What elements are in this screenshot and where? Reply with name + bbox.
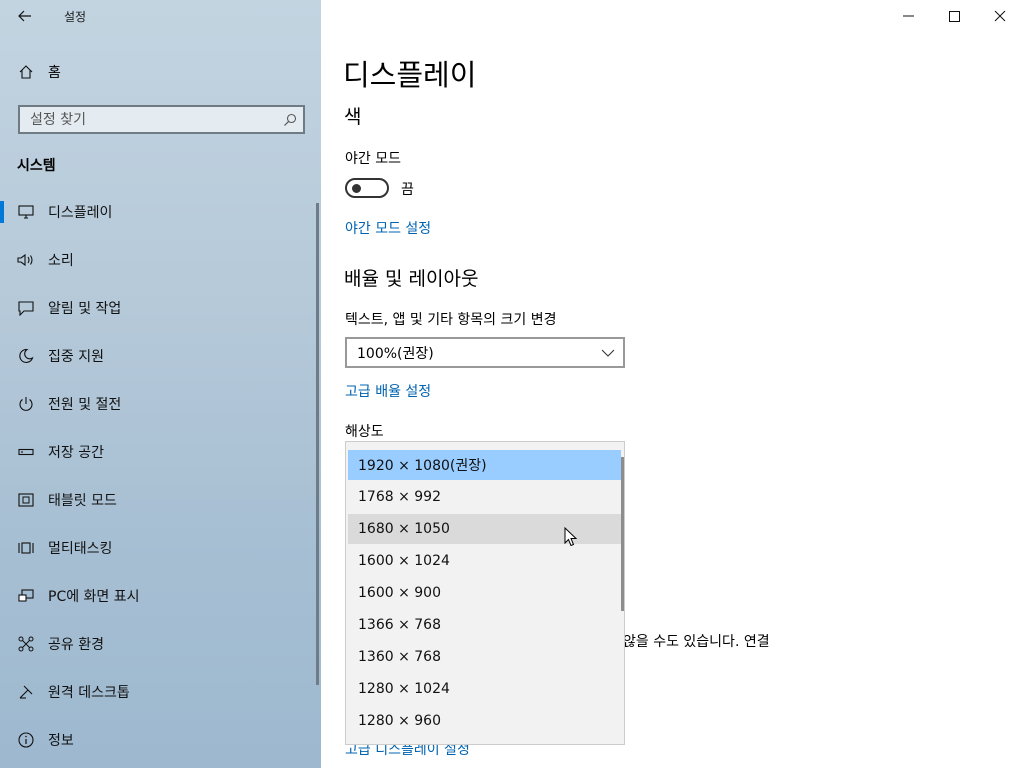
sidebar-item-project[interactable]: PC에 화면 표시 [0,572,316,620]
power-icon [17,396,35,412]
sidebar-item-label: 디스플레이 [48,205,113,221]
close-button[interactable] [977,0,1023,32]
remote-desktop-icon [17,684,35,700]
partial-description-text: 않을 수도 있습니다. 연결 [623,634,770,650]
home-icon [18,64,36,80]
resolution-option[interactable]: 1920 × 1080(권장) [348,450,621,480]
back-button[interactable] [10,4,40,28]
scale-dropdown[interactable]: 100%(권장) [345,337,625,368]
advanced-scaling-link[interactable]: 고급 배율 설정 [345,381,431,401]
sidebar-item-label: 저장 공간 [48,445,104,461]
sidebar-item-label: 집중 지원 [48,349,104,365]
scale-dropdown-value: 100%(권장) [357,345,434,362]
sidebar-item-notifications[interactable]: 알림 및 작업 [0,284,316,332]
titlebar-left: 설정 [0,0,321,32]
maximize-icon [948,10,960,22]
sidebar-item-label: 알림 및 작업 [48,301,122,317]
sidebar-item-multitasking[interactable]: 멀티태스킹 [0,524,316,572]
speaker-icon [17,253,35,267]
sidebar-item-label: 멀티태스킹 [48,541,113,557]
sidebar-item-label: 정보 [48,733,74,749]
sidebar-item-about[interactable]: 정보 [0,716,316,764]
sidebar-item-focus-assist[interactable]: 집중 지원 [0,332,316,380]
sidebar-scrollbar[interactable] [316,203,319,685]
scale-label: 텍스트, 앱 및 기타 항목의 크기 변경 [345,312,557,328]
project-icon [17,588,35,604]
minimize-button[interactable] [885,0,931,32]
resolution-option[interactable]: 1680 × 1050 [348,514,621,544]
toggle-knob [352,184,361,193]
info-icon [17,732,35,748]
resolution-option[interactable]: 1360 × 768 [348,642,621,672]
search-icon[interactable] [277,113,303,127]
sidebar-item-shared-experiences[interactable]: 공유 환경 [0,620,316,668]
resolution-option[interactable]: 1366 × 768 [348,610,621,640]
sidebar-item-power[interactable]: 전원 및 절전 [0,380,316,428]
sidebar-item-label: PC에 화면 표시 [48,589,140,605]
color-heading: 색 [344,106,362,128]
mouse-cursor-icon [564,527,578,547]
resolution-option[interactable]: 1600 × 1024 [348,546,621,576]
sidebar-item-label: 원격 데스크톱 [48,685,130,701]
sidebar-item-storage[interactable]: 저장 공간 [0,428,316,476]
page-title: 디스플레이 [343,58,477,92]
sidebar-item-label: 소리 [48,253,74,269]
sidebar-item-remote-desktop[interactable]: 원격 데스크톱 [0,668,316,716]
resolution-option[interactable]: 1600 × 900 [348,578,621,608]
resolution-option[interactable]: 1280 × 1024 [348,674,621,704]
sidebar-nav: 디스플레이 소리 알림 및 작업 집중 지원 전원 및 절전 저장 공간 태블릿… [0,188,316,764]
monitor-icon [17,205,35,219]
maximize-button[interactable] [931,0,977,32]
sidebar-item-tablet-mode[interactable]: 태블릿 모드 [0,476,316,524]
sidebar-item-label: 공유 환경 [48,637,104,653]
sidebar-item-display[interactable]: 디스플레이 [0,188,316,236]
scale-heading: 배율 및 레이아웃 [344,268,479,290]
sidebar-item-label: 홈 [48,65,61,81]
sidebar: 설정 홈 시스템 디스플레이 소리 알림 [0,0,321,768]
resolution-label: 해상도 [345,424,384,440]
close-icon [994,10,1006,22]
moon-icon [17,348,35,364]
resolution-dropdown-list[interactable]: 1920 × 1080(권장) 1768 × 992 1680 × 1050 1… [345,441,625,745]
resolution-option[interactable]: 1768 × 992 [348,482,621,512]
multitasking-icon [17,540,35,556]
minimize-icon [902,15,914,17]
storage-icon [17,448,35,456]
main-content: 디스플레이 색 야간 모드 끔 야간 모드 설정 배율 및 레이아웃 텍스트, … [321,0,1024,768]
sidebar-item-sound[interactable]: 소리 [0,236,316,284]
tablet-icon [17,493,35,507]
night-light-settings-link[interactable]: 야간 모드 설정 [345,218,431,238]
notification-icon [17,300,35,316]
night-light-toggle[interactable] [345,178,389,198]
sidebar-item-label: 전원 및 절전 [48,397,122,413]
shared-experiences-icon [17,636,35,652]
sidebar-item-home[interactable]: 홈 [0,56,321,88]
search-box[interactable] [18,105,305,134]
night-light-label: 야간 모드 [345,151,401,167]
sidebar-item-label: 태블릿 모드 [48,493,117,509]
app-title: 설정 [64,10,87,24]
resolution-option[interactable]: 1280 × 960 [348,706,621,736]
back-arrow-icon [18,10,31,22]
dropdown-scrollbar[interactable] [621,457,624,611]
sidebar-section-title: 시스템 [17,158,56,174]
chevron-down-icon [601,349,615,357]
night-light-state: 끔 [401,182,414,198]
search-input[interactable] [30,111,277,128]
